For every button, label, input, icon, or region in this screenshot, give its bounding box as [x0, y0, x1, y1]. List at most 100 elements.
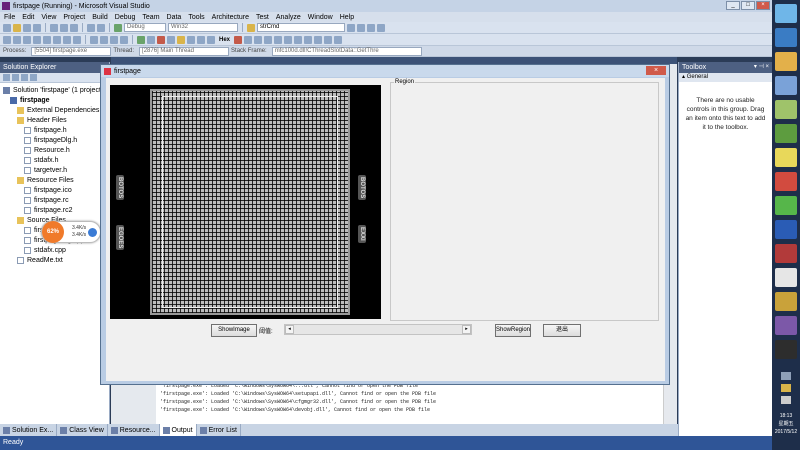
taskbar-app-icon[interactable] [775, 244, 797, 263]
output-scrollbar[interactable] [663, 382, 670, 424]
taskbar-app-icon[interactable] [775, 52, 797, 71]
tree-item[interactable]: stdafx.h [0, 155, 109, 165]
stop-icon[interactable] [157, 35, 165, 44]
tree-item[interactable]: firstpage.rc [0, 195, 109, 205]
config-select[interactable]: Debug [124, 23, 166, 32]
copy-icon[interactable] [60, 23, 68, 32]
size-icon[interactable] [110, 35, 118, 44]
tree-item[interactable]: ReadMe.txt [0, 255, 109, 265]
menu-help[interactable]: Help [340, 14, 354, 21]
tree-item[interactable]: firstpageDlg.h [0, 135, 109, 145]
tree-item[interactable]: firstpage.ico [0, 185, 109, 195]
play-icon[interactable] [137, 35, 145, 44]
dialog-close-button[interactable]: × [646, 66, 666, 75]
taskbar-app-icon[interactable] [775, 28, 797, 47]
menu-build[interactable]: Build [92, 14, 108, 21]
menu-architecture[interactable]: Architecture [212, 14, 249, 21]
toolbox-icon[interactable] [377, 23, 385, 32]
tree-item[interactable]: Resource.h [0, 145, 109, 155]
stack-frame-select[interactable]: mfc100d.dll!CThreadSlotData::GetThre [271, 46, 422, 56]
scroll-left-icon[interactable]: ◂ [285, 325, 294, 334]
exit-button[interactable]: 退出 [543, 324, 581, 337]
locals-icon[interactable] [284, 35, 293, 44]
cut-icon[interactable] [50, 23, 58, 32]
new-project-icon[interactable] [3, 23, 11, 32]
align-icon[interactable] [23, 35, 31, 44]
align-icon[interactable] [53, 35, 61, 44]
tree-item[interactable]: firstpage.h [0, 125, 109, 135]
disassembly-icon[interactable] [314, 35, 323, 44]
tray-icon[interactable] [781, 372, 791, 380]
minimize-button[interactable]: _ [726, 1, 740, 10]
open-folder-icon[interactable] [13, 23, 21, 32]
volume-icon[interactable] [781, 396, 791, 404]
save-icon[interactable] [23, 23, 31, 32]
tree-item[interactable]: External Dependencies [0, 105, 109, 115]
size-icon[interactable] [90, 35, 98, 44]
tab-output[interactable]: Output [159, 424, 197, 436]
platform-select[interactable]: Win32 [168, 23, 238, 32]
tab-error-list[interactable]: Error List [197, 424, 241, 436]
show-next-statement-icon[interactable] [177, 35, 185, 44]
show-image-button[interactable]: ShowImage [211, 324, 257, 337]
taskbar-app-icon[interactable] [775, 340, 797, 359]
tree-item[interactable]: Header Files [0, 115, 109, 125]
taskbar-app-icon[interactable] [775, 76, 797, 95]
taskbar-app-icon[interactable] [775, 172, 797, 191]
align-icon[interactable] [73, 35, 81, 44]
taskbar-app-icon[interactable] [775, 148, 797, 167]
taskbar-app-icon[interactable] [775, 196, 797, 215]
size-icon[interactable] [120, 35, 128, 44]
tree-item[interactable]: stdafx.cpp [0, 245, 109, 255]
scroll-right-icon[interactable]: ▸ [462, 325, 471, 334]
solution-explorer-icon[interactable] [357, 23, 365, 32]
find-icon[interactable] [247, 23, 255, 32]
taskbar-app-icon[interactable] [775, 268, 797, 287]
restart-icon[interactable] [167, 35, 175, 44]
menu-analyze[interactable]: Analyze [276, 14, 301, 21]
show-all-files-icon[interactable] [12, 74, 19, 81]
tray-icon[interactable] [781, 384, 791, 392]
taskbar-app-icon[interactable] [775, 220, 797, 239]
step-out-icon[interactable] [207, 35, 215, 44]
size-icon[interactable] [100, 35, 108, 44]
tab-resource-view[interactable]: Resource... [108, 424, 160, 436]
autos-icon[interactable] [294, 35, 303, 44]
hex-button[interactable]: Hex [217, 37, 232, 43]
tree-item[interactable]: firstpage.rc2 [0, 205, 109, 215]
properties-icon[interactable] [367, 23, 375, 32]
tree-item[interactable]: firstpage [0, 95, 109, 105]
align-icon[interactable] [63, 35, 71, 44]
refresh-icon[interactable] [21, 74, 28, 81]
menu-data[interactable]: Data [167, 14, 182, 21]
format-icon[interactable] [3, 35, 11, 44]
find-combo[interactable]: strCmd [257, 23, 345, 32]
redo-icon[interactable] [97, 23, 105, 32]
pin-icon[interactable]: ▾ ⊣ × [754, 62, 769, 73]
align-icon[interactable] [33, 35, 41, 44]
paste-icon[interactable] [70, 23, 78, 32]
tree-item[interactable]: Resource Files [0, 175, 109, 185]
memory-icon[interactable] [254, 35, 263, 44]
properties-icon[interactable] [3, 74, 10, 81]
menu-view[interactable]: View [41, 14, 56, 21]
registers-icon[interactable] [304, 35, 313, 44]
toolbox-group-general[interactable]: ▴ General [679, 73, 772, 82]
threads-icon[interactable] [264, 35, 273, 44]
view-class-diagram-icon[interactable] [30, 74, 37, 81]
process-select[interactable]: [5504] firstpage.exe [31, 46, 112, 56]
undo-icon[interactable] [87, 23, 95, 32]
taskbar-app-icon[interactable] [775, 124, 797, 143]
pause-icon[interactable] [147, 35, 155, 44]
system-clock[interactable]: 18:13 星期五 2017/5/12 [772, 412, 800, 436]
close-button[interactable]: × [756, 1, 770, 10]
watch-icon[interactable] [244, 35, 253, 44]
menu-test[interactable]: Test [256, 14, 269, 21]
modules-icon[interactable] [324, 35, 333, 44]
taskbar-app-icon[interactable] [775, 316, 797, 335]
tree-item[interactable]: Solution 'firstpage' (1 project) [0, 85, 109, 95]
taskbar-app-icon[interactable] [775, 4, 797, 23]
continue-icon[interactable] [114, 23, 122, 32]
tree-item[interactable]: targetver.h [0, 165, 109, 175]
save-all-icon[interactable] [33, 23, 41, 32]
